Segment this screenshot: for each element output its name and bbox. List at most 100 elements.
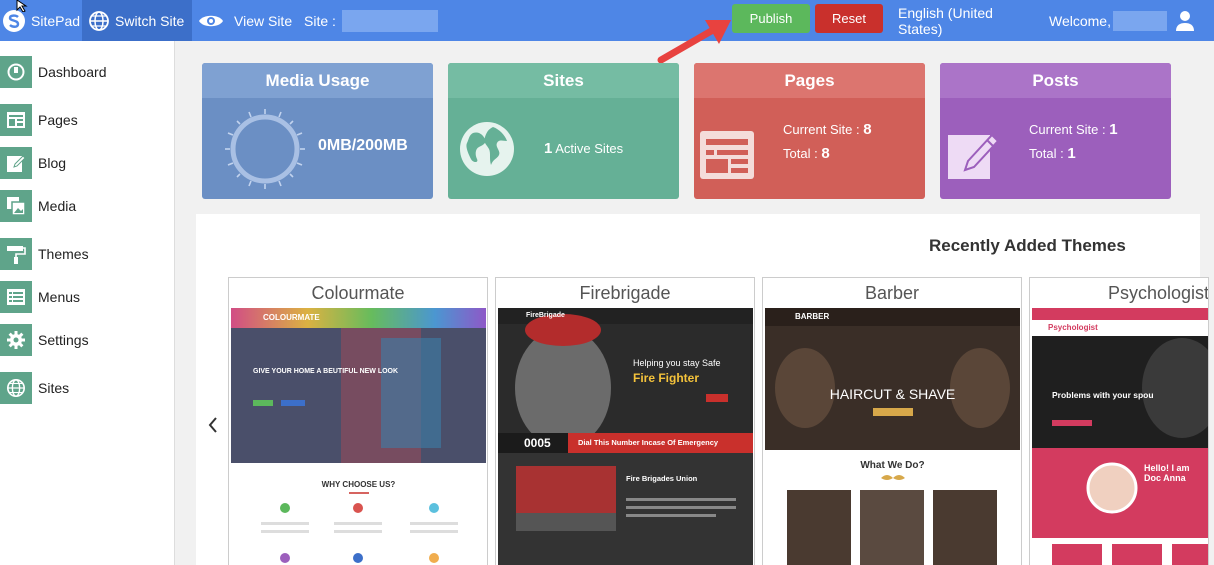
current-site-label: Current Site : [1029, 122, 1106, 137]
preview-headline: Helping you stay Safe [633, 358, 721, 368]
card-title: Sites [448, 63, 679, 98]
sitepad-label: SitePad [31, 12, 81, 29]
preview-brand: BARBER [795, 312, 830, 321]
user-icon [1175, 10, 1195, 32]
language-selector[interactable]: English (United States) [898, 0, 1038, 41]
sidebar-item-menus[interactable]: Menus [0, 281, 175, 313]
sites-card[interactable]: Sites 1 Active Sites [448, 63, 679, 199]
active-sites-count: 1 [544, 140, 553, 157]
sidebar-item-label: Pages [38, 112, 78, 128]
sidebar: Dashboard Pages Blog Media Themes Menus [0, 41, 175, 565]
sidebar-item-label: Menus [38, 289, 81, 305]
sidebar-item-label: Media [38, 198, 77, 214]
theme-preview-image: Psychologist Problems with your spou Hel… [1032, 308, 1208, 565]
card-title: Media Usage [202, 63, 433, 98]
posts-total-stat: Total : 1 [1029, 145, 1076, 162]
sidebar-item-pages[interactable]: Pages [0, 104, 175, 136]
preview-section: WHY CHOOSE US? [321, 480, 396, 489]
media-usage-gauge-icon [225, 109, 305, 189]
sidebar-item-sites[interactable]: Sites [0, 372, 175, 404]
preview-headline: Problems with your spou [1052, 390, 1154, 400]
preview-headline: HAIRCUT & SHAVE [829, 386, 956, 402]
total-value: 1 [1067, 145, 1076, 162]
globe-icon [460, 122, 514, 176]
active-sites-label: Active Sites [555, 141, 624, 156]
total-label: Total : [1029, 146, 1064, 161]
mouse-cursor-icon [16, 0, 28, 12]
view-site-label: View Site [234, 12, 293, 29]
preview-brand: FireBrigade [526, 312, 565, 319]
preview-headline-2: Fire Fighter [633, 371, 700, 385]
preview-headline: GIVE YOUR HOME A BEUTIFUL NEW LOOK [253, 368, 399, 375]
pages-card[interactable]: Pages Current Site : 8 Total : 8 [694, 63, 925, 199]
user-menu[interactable]: Welcome, [1049, 0, 1214, 41]
sidebar-item-label: Themes [38, 246, 89, 262]
recent-themes-title: Recently Added Themes [929, 236, 1126, 255]
theme-card-barber[interactable]: Barber BARBER HAIRCUT & SHAVE What We Do… [762, 277, 1022, 565]
current-site-label: Current Site : [783, 122, 860, 137]
sidebar-item-label: Settings [38, 332, 89, 348]
pages-icon [700, 131, 754, 179]
active-sites-stat: 1 Active Sites [544, 140, 623, 157]
sitepad-logo-icon [2, 9, 26, 33]
chevron-left-icon [208, 417, 217, 433]
sidebar-item-label: Sites [38, 380, 70, 396]
theme-preview-image: COLOURMATE GIVE YOUR HOME A BEUTIFUL NEW… [231, 308, 486, 565]
sidebar-item-settings[interactable]: Settings [0, 324, 175, 356]
total-value: 8 [821, 145, 830, 162]
sidebar-item-dashboard[interactable]: Dashboard [0, 56, 175, 88]
publish-button[interactable]: Publish [732, 4, 810, 33]
theme-name: Firebrigade [579, 282, 671, 303]
theme-card-colourmate[interactable]: Colourmate COLOURMATE GIVE YOUR HOME A B… [228, 277, 488, 565]
media-usage-card[interactable]: Media Usage 0MB/200MB [202, 63, 433, 199]
view-site-button[interactable]: View Site [198, 0, 298, 41]
current-site-value: 8 [863, 121, 872, 138]
globe-icon [0, 372, 32, 404]
current-site-value: 1 [1109, 121, 1118, 138]
posts-card[interactable]: Posts Current Site : 1 Total : 1 [940, 63, 1171, 199]
theme-name: Psychologist [1108, 282, 1209, 303]
theme-preview-image: FireBrigade Helping you stay Safe Fire F… [498, 308, 753, 565]
preview-banner: Dial This Number Incase Of Emergency [578, 438, 719, 447]
eye-icon [198, 12, 224, 30]
site-label: Site : [304, 12, 336, 29]
preview-brand: Psychologist [1048, 323, 1098, 332]
sitepad-logo[interactable]: SitePad [0, 0, 82, 41]
sidebar-item-themes[interactable]: Themes [0, 238, 175, 270]
gear-icon [0, 324, 32, 356]
menu-list-icon [0, 281, 32, 313]
pages-icon [0, 104, 32, 136]
preview-section: Fire Brigades Union [626, 474, 698, 483]
sidebar-item-label: Blog [38, 155, 67, 171]
sidebar-item-media[interactable]: Media [0, 190, 175, 222]
top-bar: SitePad Switch Site View Site Site : Pub… [0, 0, 1214, 41]
card-title: Pages [694, 63, 925, 98]
preview-section: Hello! I am Doc Anna [1144, 463, 1190, 483]
arrow-annotation [657, 20, 731, 64]
theme-preview-image: BARBER HAIRCUT & SHAVE What We Do? [765, 308, 1020, 565]
theme-card-psychologist[interactable]: Psychologist Psychologist Problems with … [1029, 277, 1209, 565]
sidebar-item-label: Dashboard [38, 64, 107, 80]
globe-icon [88, 10, 110, 32]
switch-site-label: Switch Site [115, 12, 185, 29]
username-redacted [1112, 10, 1167, 31]
pages-current-stat: Current Site : 8 [783, 121, 872, 138]
paint-roller-icon [0, 238, 32, 270]
site-selector[interactable]: Site : [304, 0, 444, 41]
reset-button[interactable]: Reset [815, 4, 883, 33]
pages-total-stat: Total : 8 [783, 145, 830, 162]
edit-post-icon [948, 133, 1000, 179]
sidebar-item-blog[interactable]: Blog [0, 147, 175, 179]
recent-themes-panel: Recently Added Themes Colourmate COLOURM… [196, 214, 1209, 565]
carousel-prev-button[interactable] [206, 414, 220, 436]
card-title: Posts [940, 63, 1171, 98]
posts-current-stat: Current Site : 1 [1029, 121, 1118, 138]
media-usage-value: 0MB/200MB [318, 137, 408, 154]
dashboard-icon [0, 56, 32, 88]
total-label: Total : [783, 146, 818, 161]
theme-card-firebrigade[interactable]: Firebrigade FireBrigade Helping you stay… [495, 277, 755, 565]
theme-name: Colourmate [311, 282, 405, 303]
site-value-redacted [341, 9, 438, 32]
switch-site-button[interactable]: Switch Site [82, 0, 192, 41]
preview-section: What We Do? [860, 460, 925, 471]
